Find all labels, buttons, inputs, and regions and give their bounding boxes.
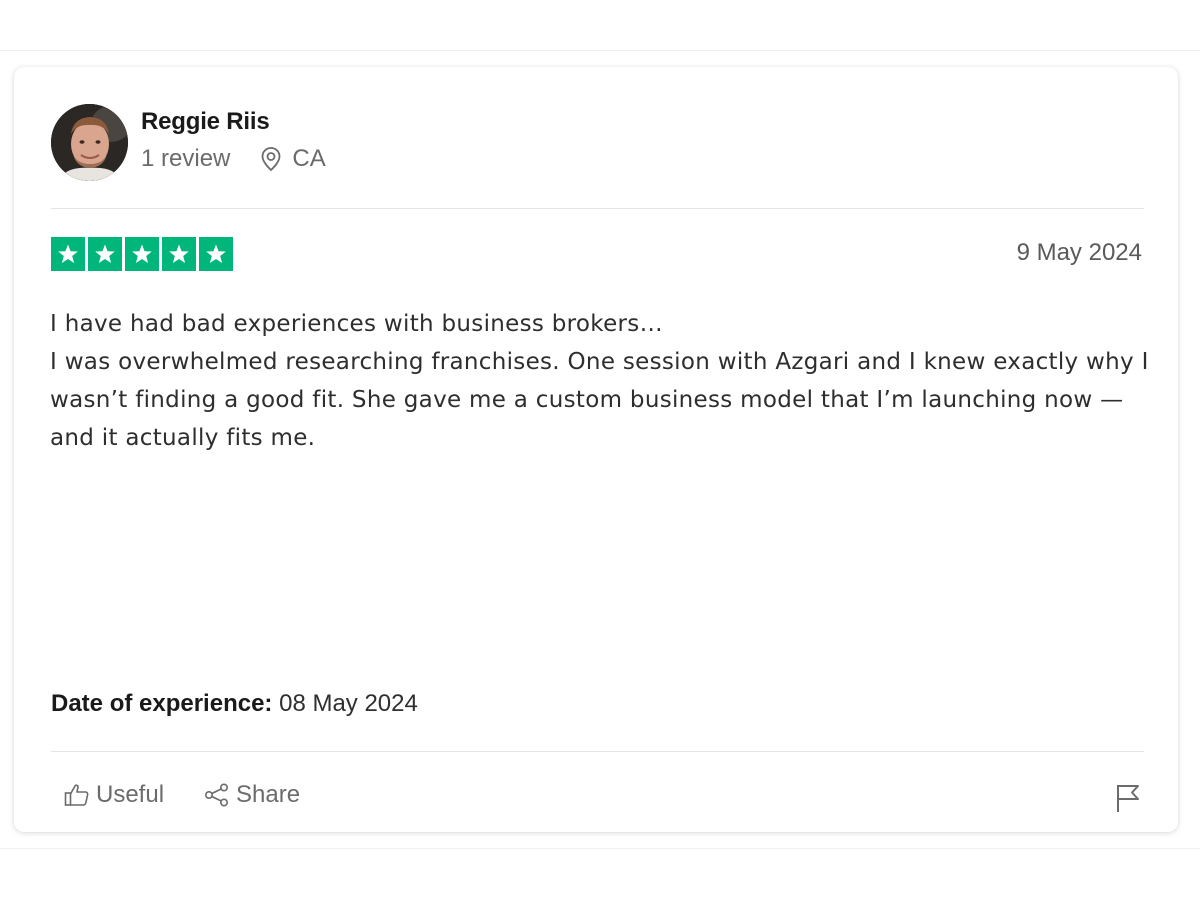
star-icon	[125, 237, 159, 271]
star-icon	[51, 237, 85, 271]
review-date: 9 May 2024	[1016, 239, 1142, 266]
review-card: Reggie Riis 1 review CA 9 May 2024 I hav…	[14, 67, 1178, 832]
thumbs-up-icon	[64, 783, 90, 807]
star-icon	[88, 237, 122, 271]
review-count: 1 review	[141, 145, 231, 172]
page: Reggie Riis 1 review CA 9 May 2024 I hav…	[0, 0, 1200, 900]
useful-label: Useful	[96, 781, 165, 808]
experience-label: Date of experience:	[51, 690, 273, 717]
useful-button[interactable]: Useful	[64, 781, 164, 809]
date-of-experience: Date of experience: 08 May 2024	[51, 690, 418, 718]
review-paragraph: I was overwhelmed researching franchises…	[50, 349, 1149, 451]
report-flag-button[interactable]	[1114, 782, 1142, 814]
star-rating	[51, 237, 236, 271]
reviewer-name[interactable]: Reggie Riis	[141, 108, 270, 136]
location-label: CA	[292, 145, 326, 172]
share-button[interactable]: Share	[204, 781, 300, 809]
footer-divider	[51, 751, 1144, 752]
flag-icon	[1117, 785, 1139, 812]
review-paragraph: I have had bad experiences with business…	[50, 311, 663, 337]
header-divider	[51, 208, 1144, 209]
star-icon	[199, 237, 233, 271]
location-pin-icon	[260, 146, 282, 172]
bottom-divider	[0, 848, 1200, 849]
avatar[interactable]	[51, 104, 128, 181]
top-divider	[0, 50, 1200, 51]
share-icon	[204, 783, 230, 807]
review-actions: Useful Share	[64, 781, 300, 809]
reviewer-meta: 1 review CA	[141, 145, 326, 173]
star-icon	[162, 237, 196, 271]
review-text: I have had bad experiences with business…	[50, 305, 1150, 457]
share-label: Share	[236, 781, 301, 808]
experience-date: 08 May 2024	[272, 690, 418, 717]
